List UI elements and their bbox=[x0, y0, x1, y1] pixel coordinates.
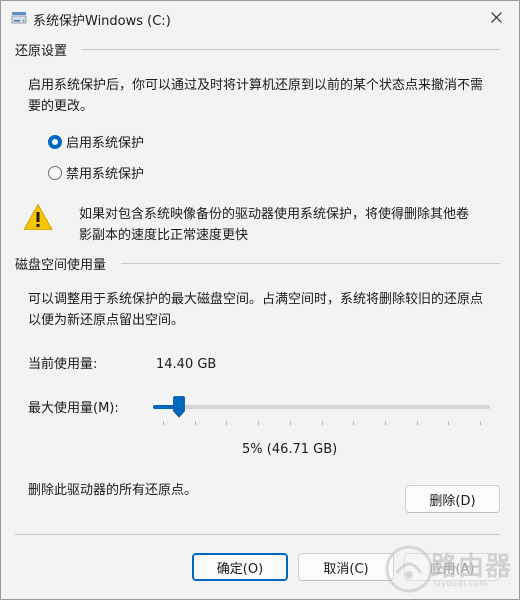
ok-button[interactable]: 确定(O) bbox=[192, 553, 288, 581]
radio-button-checked[interactable] bbox=[48, 134, 62, 149]
disk-usage-heading: 磁盘空间使用量 bbox=[15, 254, 113, 273]
current-usage-value: 14.40 GB bbox=[156, 357, 217, 372]
slider-tick bbox=[163, 421, 164, 425]
slider-tick bbox=[194, 421, 196, 425]
description-line: 以便为新还原点留出空间。 bbox=[28, 313, 185, 328]
max-usage-label: 最大使用量(M): bbox=[28, 401, 119, 416]
slider-tick bbox=[480, 421, 481, 425]
max-usage-slider-track[interactable] bbox=[153, 405, 490, 409]
delete-restore-points-text: 删除此驱动器的所有还原点。 bbox=[28, 483, 198, 498]
system-protection-dialog: 系统保护Windows (C:) 还原设置 启用系统保护后，你可以通过及时将计算… bbox=[0, 0, 520, 600]
slider-tick bbox=[321, 421, 323, 425]
close-icon bbox=[490, 11, 502, 23]
watermark-text: 路由器 bbox=[431, 552, 513, 582]
slider-tick bbox=[384, 421, 386, 425]
drive-icon bbox=[11, 11, 27, 25]
title-bar[interactable]: 系统保护Windows (C:) bbox=[1, 1, 519, 35]
radio-button[interactable] bbox=[48, 165, 62, 180]
slider-tick bbox=[289, 421, 291, 425]
warning-text: 如果对包含系统映像备份的驱动器使用系统保护，将使得删除其他卷 影副本的速度比正常… bbox=[79, 204, 504, 246]
restore-settings-heading: 还原设置 bbox=[15, 40, 74, 59]
warning-line: 影副本的速度比正常速度更快 bbox=[79, 228, 249, 243]
description-line: 启用系统保护后，你可以通过及时将计算机还原到以前的某个状态点来撤消不需 bbox=[28, 78, 484, 93]
restore-settings-description: 启用系统保护后，你可以通过及时将计算机还原到以前的某个状态点来撤消不需 要的更改… bbox=[28, 75, 508, 117]
radio-disable-protection[interactable]: 禁用系统保护 bbox=[48, 163, 144, 182]
disk-usage-description: 可以调整用于系统保护的最大磁盘空间。占满空间时，系统将删除较旧的还原点 以便为新… bbox=[28, 289, 508, 331]
warning-line: 如果对包含系统映像备份的驱动器使用系统保护，将使得删除其他卷 bbox=[79, 207, 470, 222]
section-divider bbox=[81, 49, 500, 50]
close-button[interactable] bbox=[473, 1, 519, 33]
slider-tick bbox=[226, 421, 228, 425]
radio-label: 启用系统保护 bbox=[66, 136, 145, 151]
radio-label: 禁用系统保护 bbox=[66, 167, 145, 182]
description-line: 可以调整用于系统保护的最大磁盘空间。占满空间时，系统将删除较旧的还原点 bbox=[28, 292, 484, 307]
delete-button[interactable]: 删除(D) bbox=[405, 485, 500, 513]
current-usage-label: 当前使用量: bbox=[28, 357, 98, 372]
slider-tick bbox=[353, 421, 355, 425]
max-usage-slider-thumb[interactable] bbox=[172, 396, 186, 418]
slider-tick bbox=[258, 421, 260, 425]
description-line: 要的更改。 bbox=[28, 99, 94, 114]
window-title: 系统保护Windows (C:) bbox=[33, 14, 171, 29]
watermark-subtext: luyouqi.com bbox=[433, 579, 488, 588]
section-divider bbox=[121, 263, 500, 264]
cancel-button[interactable]: 取消(C) bbox=[298, 553, 394, 581]
warning-icon bbox=[23, 203, 53, 231]
slider-tick bbox=[416, 421, 418, 425]
slider-tick bbox=[448, 421, 450, 425]
max-usage-value: 5% (46.71 GB) bbox=[242, 442, 338, 457]
footer-divider bbox=[15, 534, 500, 535]
radio-enable-protection[interactable]: 启用系统保护 bbox=[48, 132, 144, 151]
